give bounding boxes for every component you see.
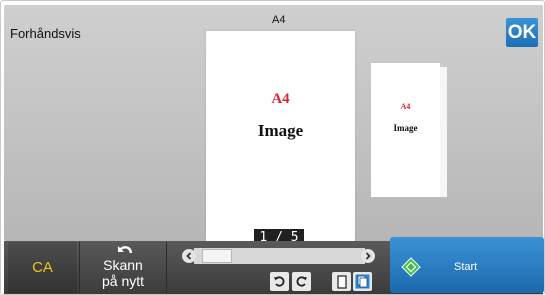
chevron-right-icon [365,252,371,260]
page-paper-label: A4 [400,102,411,111]
chevron-left-icon [186,252,192,260]
page-type-label: Image [393,123,418,133]
multi-page-view-button[interactable] [353,272,372,291]
multi-page-icon [355,274,370,289]
rotate-right-button[interactable] [292,272,311,291]
page-paper-label: A4 [271,91,290,107]
paper-size-label: A4 [272,14,286,26]
slider-prev-button[interactable] [182,249,196,263]
undo-arrow-icon [118,246,133,254]
page-type-label: Image [257,121,304,140]
start-button[interactable]: Start [390,237,544,293]
ok-button[interactable]: OK [506,18,538,47]
preview-screen: Forhåndsvis A4 OK A4 Image A4 Image 1 / … [0,0,545,295]
rotate-left-icon [274,276,285,287]
page-title: Forhåndsvis [10,26,81,41]
single-page-icon [336,274,347,289]
clear-all-button[interactable]: CA [8,242,77,293]
start-diamond-icon [401,257,421,277]
page-slider-thumb[interactable] [202,249,232,263]
page-preview-next[interactable]: A4 Image [371,63,440,197]
rescan-button[interactable]: Skann på nytt [79,242,167,293]
rescan-label-line2: på nytt [101,273,145,289]
single-page-view-button[interactable] [332,272,351,291]
rotate-right-icon [296,276,307,287]
page-preview-current[interactable]: A4 Image [206,31,355,244]
start-label: Start [454,261,478,273]
rescan-label: Skann på nytt [80,257,166,289]
rotate-left-button[interactable] [270,272,289,291]
slider-next-button[interactable] [361,249,375,263]
rescan-label-line1: Skann [103,257,143,273]
